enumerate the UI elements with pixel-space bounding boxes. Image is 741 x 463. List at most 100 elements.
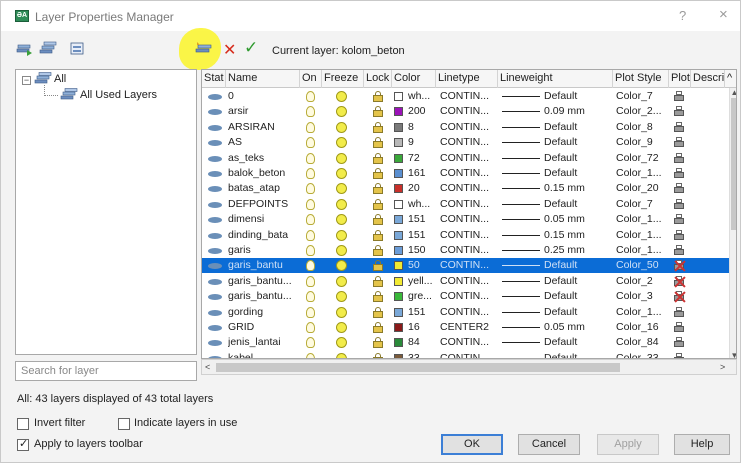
layer-status-icon[interactable] <box>208 340 222 347</box>
layer-lineweight[interactable]: Default <box>544 305 610 320</box>
layer-linetype[interactable]: CONTIN... <box>440 305 496 320</box>
layer-plot-style[interactable]: Color_20 <box>616 181 670 196</box>
layer-lineweight[interactable]: 0.05 mm <box>544 320 610 335</box>
vertical-scrollbar[interactable]: ▲ ▼ <box>729 88 736 358</box>
header-scroll-up-icon[interactable]: ^ <box>725 70 736 88</box>
layer-plot-style[interactable]: Color_33 <box>616 351 670 358</box>
color-swatch[interactable] <box>394 246 403 255</box>
layer-color-value[interactable]: 161 <box>408 166 436 181</box>
unlocked-lock-icon[interactable] <box>373 229 383 241</box>
unlocked-lock-icon[interactable] <box>373 198 383 210</box>
layer-name[interactable]: batas_atap <box>228 181 298 196</box>
layer-lineweight[interactable]: Default <box>544 197 610 212</box>
printer-icon[interactable] <box>674 137 684 148</box>
sun-thawed-icon[interactable] <box>336 245 347 256</box>
close-button[interactable]: × <box>719 6 728 23</box>
layer-row[interactable]: jenis_lantai 84 CONTIN... Default Color_84 <box>202 335 730 350</box>
layer-status-icon[interactable] <box>208 309 222 316</box>
layer-lineweight[interactable]: Default <box>544 135 610 150</box>
layer-linetype[interactable]: CONTIN... <box>440 274 496 289</box>
layer-status-icon[interactable] <box>208 171 222 177</box>
layer-status-icon[interactable] <box>208 278 222 285</box>
color-swatch[interactable] <box>394 122 403 132</box>
layer-lineweight[interactable]: 0.09 mm <box>544 104 610 119</box>
new-property-filter-icon[interactable] <box>15 41 33 57</box>
color-swatch[interactable] <box>394 276 403 286</box>
col-header-name[interactable]: Name <box>226 70 300 88</box>
lightbulb-on-icon[interactable] <box>306 198 315 210</box>
layer-name[interactable]: ARSIRAN <box>228 120 298 135</box>
color-swatch[interactable] <box>394 323 403 332</box>
unlocked-lock-icon[interactable] <box>373 183 383 195</box>
color-swatch[interactable] <box>394 92 403 101</box>
layer-row[interactable]: dimensi 151 CONTIN... 0.05 mm Color_1... <box>202 212 730 227</box>
layer-plot-style[interactable]: Color_1... <box>616 305 670 320</box>
layer-name[interactable]: garis_bantu <box>228 258 298 273</box>
color-swatch[interactable] <box>394 338 403 348</box>
printer-icon[interactable] <box>674 214 684 225</box>
layer-row[interactable]: garis 150 CONTIN... 0.25 mm Color_1... <box>202 243 730 258</box>
layer-lineweight[interactable]: Default <box>544 89 610 104</box>
layer-plot-style[interactable]: Color_16 <box>616 320 670 335</box>
color-swatch[interactable] <box>394 153 403 163</box>
tree-collapse-toggle[interactable]: − <box>22 74 31 86</box>
layer-linetype[interactable]: CONTIN... <box>440 135 496 150</box>
layer-row[interactable]: balok_beton 161 CONTIN... Default Color_1... <box>202 166 730 181</box>
lightbulb-on-icon[interactable] <box>306 322 315 333</box>
color-swatch[interactable] <box>394 292 403 302</box>
sun-thawed-icon[interactable] <box>336 137 347 149</box>
col-header-description[interactable]: Descri <box>691 70 725 88</box>
lightbulb-on-icon[interactable] <box>306 260 315 272</box>
layer-name[interactable]: arsir <box>228 104 298 119</box>
layer-status-icon[interactable] <box>208 94 222 100</box>
layer-status-icon[interactable] <box>208 201 222 208</box>
layer-linetype[interactable]: CONTIN... <box>440 181 496 196</box>
layer-lineweight[interactable]: Default <box>544 120 610 135</box>
layer-plot-style[interactable]: Color_50 <box>616 258 670 273</box>
layer-linetype[interactable]: CONTIN... <box>440 228 496 243</box>
layer-color-value[interactable]: 33 <box>408 351 436 358</box>
layer-color-value[interactable]: 151 <box>408 212 436 227</box>
layer-color-value[interactable]: 8 <box>408 120 436 135</box>
sun-thawed-icon[interactable] <box>336 306 347 318</box>
layer-status-icon[interactable] <box>208 186 222 193</box>
layer-row[interactable]: kabel 33 CONTIN... Default Color_33 <box>202 351 730 358</box>
layer-row[interactable]: as_teks 72 CONTIN... Default Color_72 <box>202 151 730 166</box>
layer-status-icon[interactable] <box>208 263 222 270</box>
layer-color-value[interactable]: gre... <box>408 289 436 304</box>
layer-name[interactable]: garis_bantu... <box>228 289 298 304</box>
layer-plot-style[interactable]: Color_7 <box>616 89 670 104</box>
no-plot-printer-icon[interactable] <box>674 260 684 271</box>
color-swatch[interactable] <box>394 107 403 117</box>
layer-plot-style[interactable]: Color_72 <box>616 151 670 166</box>
lightbulb-on-icon[interactable] <box>306 337 315 349</box>
layer-states-manager-icon[interactable] <box>69 41 87 57</box>
invert-filter-checkbox[interactable] <box>17 418 29 430</box>
sun-thawed-icon[interactable] <box>336 214 347 226</box>
layer-linetype[interactable]: CONTIN... <box>440 351 496 358</box>
printer-icon[interactable] <box>674 152 684 164</box>
scroll-down-icon[interactable]: ▼ <box>730 351 736 358</box>
horizontal-scrollbar[interactable]: < > <box>201 359 737 375</box>
apply-button[interactable]: Apply <box>597 434 659 455</box>
col-header-on[interactable]: On <box>300 70 322 88</box>
layer-name[interactable]: garis <box>228 243 298 258</box>
printer-icon[interactable] <box>674 121 684 133</box>
help-button[interactable]: Help <box>674 434 730 455</box>
lightbulb-on-icon[interactable] <box>306 291 315 303</box>
lightbulb-on-icon[interactable] <box>306 306 315 318</box>
lightbulb-on-icon[interactable] <box>306 91 315 102</box>
layer-row[interactable]: AS 9 CONTIN... Default Color_9 <box>202 135 730 150</box>
ok-button[interactable]: OK <box>441 434 503 455</box>
vertical-scroll-thumb[interactable] <box>731 98 736 230</box>
layer-linetype[interactable]: CONTIN... <box>440 258 496 273</box>
color-swatch[interactable] <box>394 138 403 148</box>
lightbulb-on-icon[interactable] <box>306 275 315 287</box>
printer-icon[interactable] <box>674 229 684 241</box>
layer-lineweight[interactable]: Default <box>544 335 610 350</box>
cancel-button[interactable]: Cancel <box>518 434 580 455</box>
layer-linetype[interactable]: CONTIN... <box>440 89 496 104</box>
layer-plot-style[interactable]: Color_2... <box>616 104 670 119</box>
layer-plot-style[interactable]: Color_1... <box>616 243 670 258</box>
sun-thawed-icon[interactable] <box>336 260 347 272</box>
